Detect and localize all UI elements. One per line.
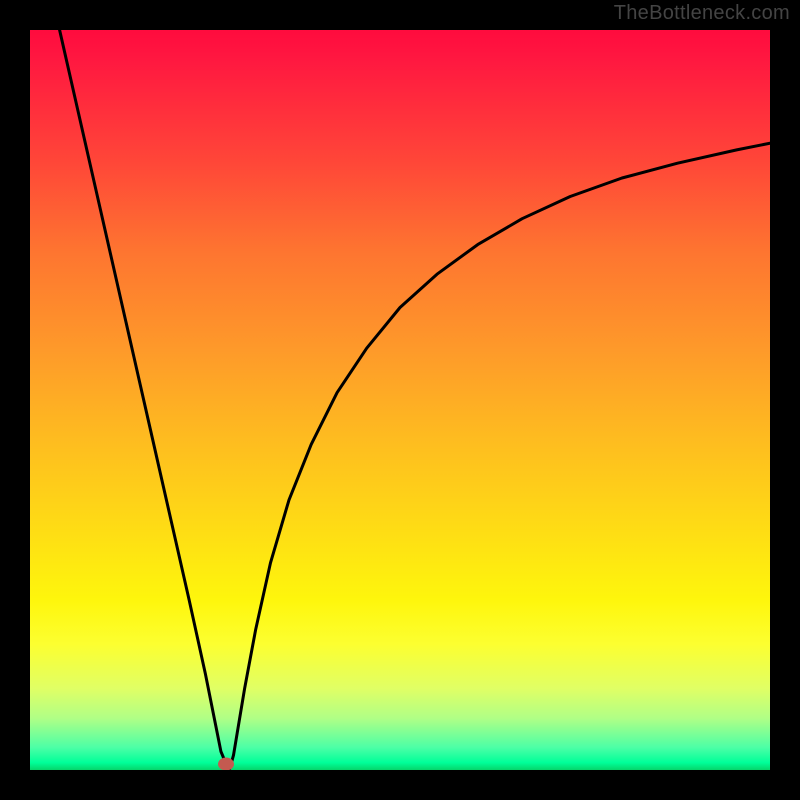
plot-area: [30, 30, 770, 770]
attribution-text: TheBottleneck.com: [614, 2, 790, 25]
curve-svg: [30, 30, 770, 770]
chart-container: TheBottleneck.com: [0, 0, 800, 800]
bottleneck-curve: [60, 30, 770, 769]
optimum-marker: [218, 758, 234, 770]
